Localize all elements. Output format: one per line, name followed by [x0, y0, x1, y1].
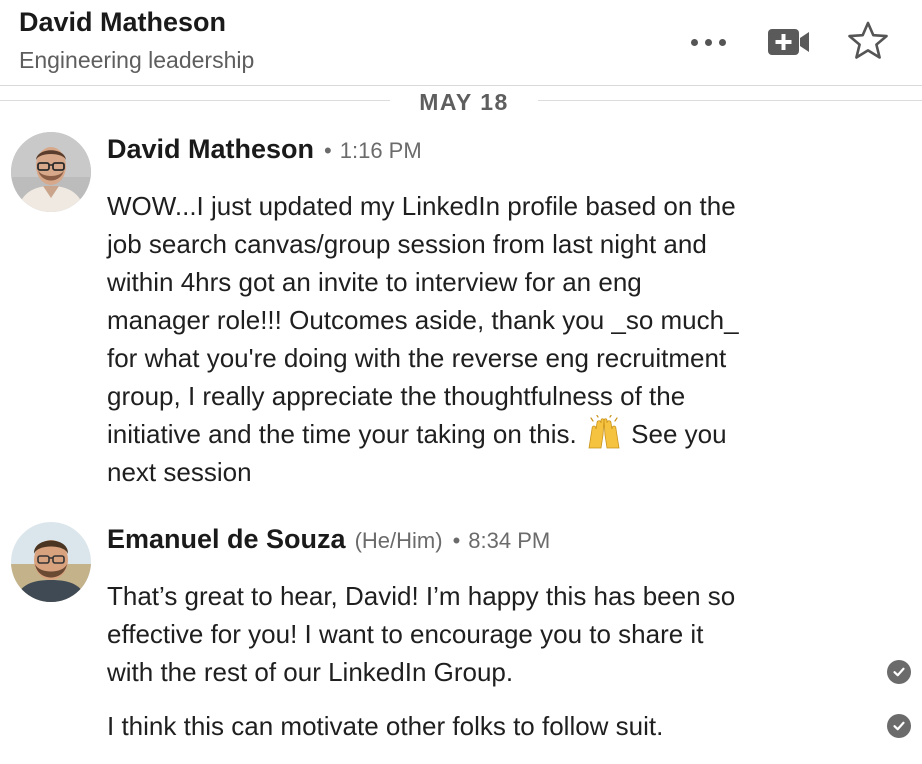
- message-header: Emanuel de Souza (He/Him) • 8:34 PM: [107, 524, 550, 555]
- sender-name[interactable]: David Matheson: [107, 134, 314, 165]
- message-time: 8:34 PM: [468, 528, 551, 553]
- sender-name[interactable]: Emanuel de Souza: [107, 524, 346, 555]
- message-line: group, I really appreciate the thoughtfu…: [107, 381, 686, 411]
- sender-pronouns: (He/Him): [354, 528, 443, 553]
- message-line: job search canvas/group session from las…: [107, 229, 707, 259]
- star-conversation-button[interactable]: [842, 18, 894, 64]
- star-icon: [848, 21, 888, 59]
- message-line: within 4hrs got an invite to interview f…: [107, 267, 642, 297]
- message-line: WOW...I just updated my LinkedIn profile…: [107, 191, 736, 221]
- separator-dot: •: [452, 528, 461, 553]
- message-line: with the rest of our LinkedIn Group.: [107, 657, 514, 687]
- separator-dot: •: [324, 138, 332, 163]
- date-label: MAY 18: [419, 89, 509, 115]
- more-options-button[interactable]: [684, 28, 732, 56]
- raising-hands-emoji: [588, 415, 620, 449]
- video-call-button[interactable]: [764, 24, 814, 60]
- video-call-icon: [768, 29, 809, 55]
- avatar[interactable]: [11, 132, 91, 212]
- profile-photo: [11, 132, 91, 212]
- avatar[interactable]: [11, 522, 91, 602]
- divider-line: [0, 100, 390, 101]
- message-text: initiative and the time your taking on t…: [107, 419, 577, 449]
- message-line: effective for you! I want to encourage y…: [107, 619, 704, 649]
- conversation-subtitle: Engineering leadership: [19, 47, 255, 73]
- message-line: initiative and the time your taking on t…: [107, 415, 739, 453]
- message-body: That’s great to hear, David! I’m happy t…: [107, 577, 735, 691]
- date-divider: MAY 18: [0, 88, 922, 116]
- divider-line: [538, 100, 922, 101]
- message-line: I think this can motivate other folks to…: [107, 711, 664, 741]
- read-receipt-check-icon: [887, 714, 911, 738]
- more-icon: [690, 38, 726, 46]
- message-line: That’s great to hear, David! I’m happy t…: [107, 581, 736, 611]
- message-line: next session: [107, 457, 252, 487]
- message-header: David Matheson • 1:16 PM: [107, 134, 422, 165]
- message-line: manager role!!! Outcomes aside, thank yo…: [107, 305, 739, 335]
- profile-photo: [11, 522, 91, 602]
- conversation-header: David Matheson Engineering leadership: [0, 0, 922, 86]
- message-text: See you: [631, 419, 727, 449]
- message-body: WOW...I just updated my LinkedIn profile…: [107, 187, 739, 491]
- read-receipt-check-icon: [887, 660, 911, 684]
- message-body: I think this can motivate other folks to…: [107, 707, 663, 745]
- message-line: for what you're doing with the reverse e…: [107, 343, 727, 373]
- message-time: 1:16 PM: [339, 138, 422, 163]
- conversation-title[interactable]: David Matheson: [19, 7, 226, 38]
